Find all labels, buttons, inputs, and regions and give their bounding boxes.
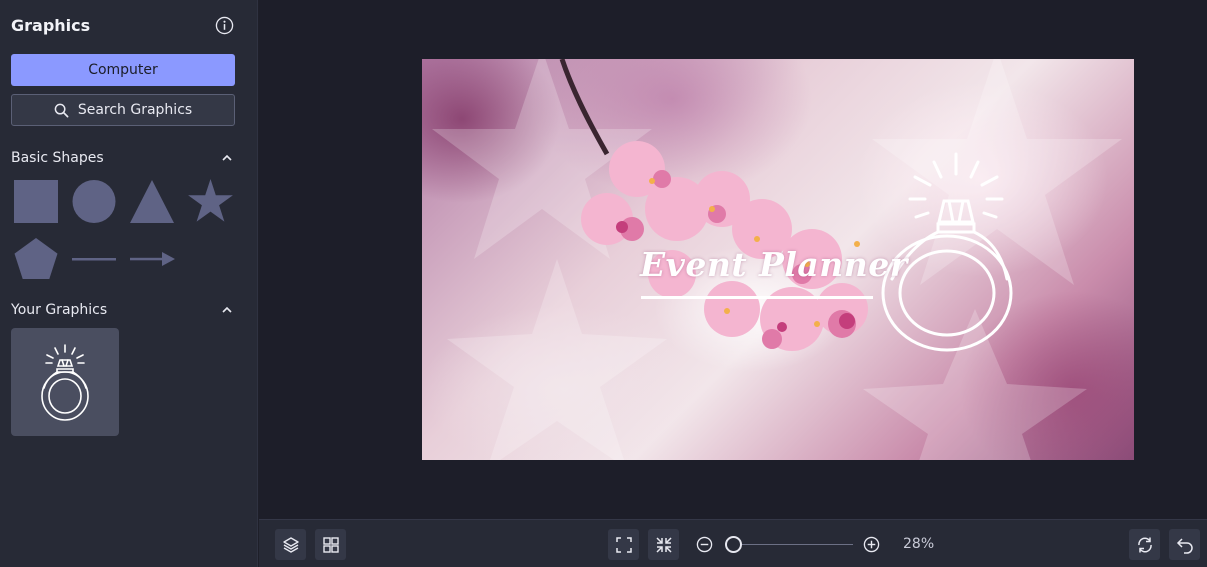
chevron-up-icon[interactable] xyxy=(221,304,233,316)
your-graphic-ring-tile[interactable] xyxy=(11,328,119,436)
chevron-up-icon[interactable] xyxy=(221,152,233,164)
event-planner-text[interactable]: Event Planner xyxy=(640,245,908,284)
shape-square[interactable] xyxy=(14,180,58,224)
your-graphics-header[interactable]: Your Graphics xyxy=(11,301,233,319)
undo-icon xyxy=(1176,537,1193,554)
decor-star-bottom-left xyxy=(447,259,667,460)
grid-button[interactable] xyxy=(315,529,346,560)
compress-icon xyxy=(655,536,672,553)
layers-icon xyxy=(282,536,299,553)
undo-button[interactable] xyxy=(1169,529,1200,560)
search-icon xyxy=(54,103,69,117)
ring-icon xyxy=(41,344,89,421)
expand-icon xyxy=(615,536,632,553)
graphics-sidebar: Graphics Computer Search Graphics Basic … xyxy=(0,0,258,567)
basic-shapes-header[interactable]: Basic Shapes xyxy=(11,149,233,167)
design-canvas[interactable]: Event Planner xyxy=(422,59,1134,460)
refresh-icon xyxy=(1137,537,1152,552)
shape-triangle[interactable] xyxy=(130,180,174,224)
sidebar-title: Graphics xyxy=(11,16,91,35)
search-graphics-button[interactable]: Search Graphics xyxy=(11,94,235,126)
shape-arrow[interactable] xyxy=(130,251,175,267)
basic-shapes-title: Basic Shapes xyxy=(11,150,104,166)
grid-icon xyxy=(322,536,339,553)
shape-pentagon[interactable] xyxy=(14,238,58,281)
info-icon[interactable] xyxy=(215,16,234,35)
decor-star-bottom-right xyxy=(863,309,1087,460)
shape-circle[interactable] xyxy=(72,180,116,224)
canvas-workspace[interactable]: Event Planner xyxy=(259,0,1207,519)
zoom-out-icon[interactable] xyxy=(696,536,713,553)
text-underline xyxy=(641,296,873,299)
computer-upload-button[interactable]: Computer xyxy=(11,54,235,86)
layers-button[interactable] xyxy=(275,529,306,560)
search-button-label: Search Graphics xyxy=(77,102,193,118)
fullscreen-button[interactable] xyxy=(608,529,639,560)
redo-refresh-button[interactable] xyxy=(1129,529,1160,560)
bottom-toolbar: 28% xyxy=(259,519,1207,567)
computer-button-label: Computer xyxy=(88,62,158,78)
your-graphics-title: Your Graphics xyxy=(11,302,108,318)
shape-line[interactable] xyxy=(72,257,116,261)
zoom-slider-handle[interactable] xyxy=(725,536,742,553)
zoom-slider-track[interactable] xyxy=(733,544,853,545)
zoom-in-icon[interactable] xyxy=(863,536,880,553)
graphics-editor: Graphics Computer Search Graphics Basic … xyxy=(0,0,1207,567)
shape-star[interactable] xyxy=(188,179,233,224)
zoom-percentage: 28% xyxy=(903,536,935,552)
fit-to-screen-button[interactable] xyxy=(648,529,679,560)
